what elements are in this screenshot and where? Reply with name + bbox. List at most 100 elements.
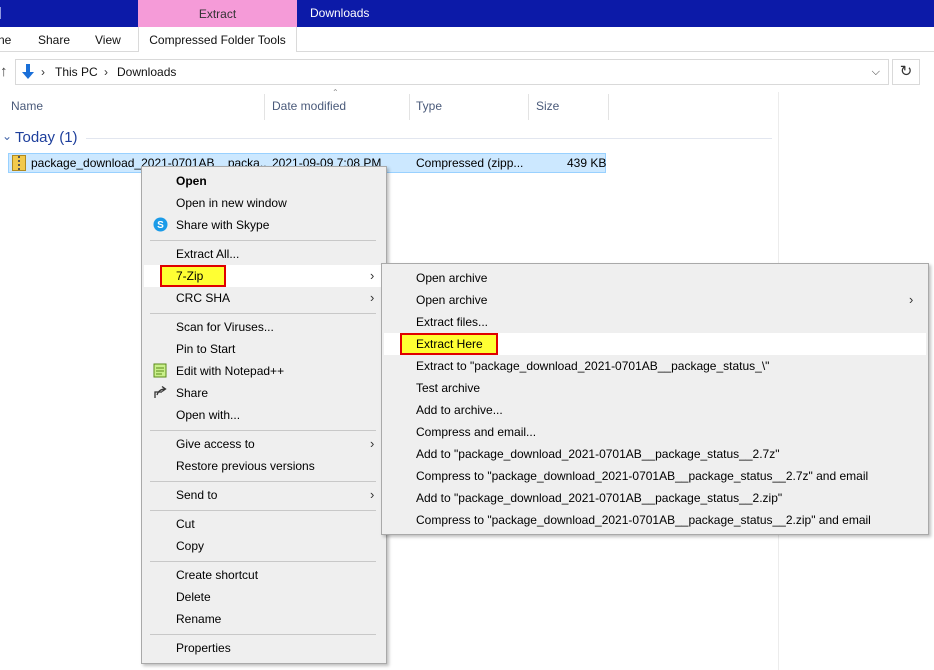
menu-item-label: Add to archive... — [416, 403, 503, 417]
column-date-modified[interactable]: Date modified — [268, 92, 346, 120]
chevron-down-icon[interactable]: ⌵ — [872, 63, 880, 81]
menu-item-label: Add to "package_download_2021-0701AB__pa… — [416, 491, 783, 505]
menu-item-label: Open with... — [176, 408, 241, 422]
menu-item-label: Create shortcut — [176, 568, 259, 582]
menu-item-label: 7-Zip — [176, 269, 204, 283]
column-headers: Name ⌃ Date modified Type Size — [0, 88, 780, 120]
menu-separator — [150, 634, 376, 635]
file-type: Compressed (zipp... — [416, 156, 524, 170]
menu-item-label: Rename — [176, 612, 222, 626]
menu-separator — [150, 240, 376, 241]
submenu-item-test-archive[interactable]: Test archive — [384, 377, 926, 399]
chevron-down-icon[interactable]: ⌄ — [2, 129, 12, 143]
submenu-item-compress-to-7z-email[interactable]: Compress to "package_download_2021-0701A… — [384, 465, 926, 487]
submenu-item-open-archive-more[interactable]: Open archive › — [384, 289, 926, 311]
submenu-item-compress-and-email[interactable]: Compress and email... — [384, 421, 926, 443]
menu-item-label: Extract All... — [176, 247, 240, 261]
menu-separator — [150, 313, 376, 314]
chevron-right-icon: › — [370, 487, 375, 502]
column-type[interactable]: Type — [412, 92, 442, 120]
menu-item-label: Open archive — [416, 293, 488, 307]
group-title: Today (1) — [15, 129, 78, 146]
menu-separator — [150, 561, 376, 562]
breadcrumb-this-pc[interactable]: This PC — [55, 63, 98, 81]
address-row: ↑ › This PC › Downloads ⌵ ↻ — [0, 52, 934, 92]
share-icon — [154, 385, 167, 398]
refresh-icon[interactable]: ↻ — [892, 59, 920, 85]
menu-item-edit-with-notepad[interactable]: Edit with Notepad++ — [144, 360, 384, 382]
tab-share[interactable]: Share — [38, 27, 70, 53]
menu-item-label: Edit with Notepad++ — [176, 364, 285, 378]
column-divider[interactable] — [528, 94, 529, 120]
window-title: Downloads — [310, 6, 370, 20]
menu-item-properties[interactable]: Properties — [144, 637, 384, 659]
menu-item-rename[interactable]: Rename — [144, 608, 384, 630]
menu-item-label: Share with Skype — [176, 218, 270, 232]
menu-item-label: Give access to — [176, 437, 255, 451]
submenu-item-open-archive[interactable]: Open archive — [384, 267, 926, 289]
menu-item-label: Restore previous versions — [176, 459, 315, 473]
submenu-item-add-to-archive[interactable]: Add to archive... — [384, 399, 926, 421]
menu-item-label: CRC SHA — [176, 291, 231, 305]
menu-item-label: Compress and email... — [416, 425, 537, 439]
menu-item-label: Share — [176, 386, 209, 400]
group-header[interactable]: ⌄ Today (1) — [0, 128, 772, 148]
menu-item-label: Scan for Viruses... — [176, 320, 274, 334]
breadcrumb-chevron-icon[interactable]: › — [41, 63, 45, 81]
ribbon-tabs: ne Share View Compressed Folder Tools — [0, 27, 934, 53]
svg-text:S: S — [157, 220, 164, 231]
menu-item-open[interactable]: Open — [144, 170, 384, 192]
tab-compressed-folder-tools[interactable]: Compressed Folder Tools — [138, 27, 297, 53]
download-folder-icon — [22, 64, 34, 79]
menu-item-send-to[interactable]: Send to › — [144, 484, 384, 506]
menu-item-restore-previous-versions[interactable]: Restore previous versions — [144, 455, 384, 477]
tab-view[interactable]: View — [95, 27, 121, 53]
menu-item-crc-sha[interactable]: CRC SHA › — [144, 287, 384, 309]
submenu-item-add-to-zip[interactable]: Add to "package_download_2021-0701AB__pa… — [384, 487, 926, 509]
context-menu: Open Open in new window S Share with Sky… — [141, 166, 387, 664]
menu-item-cut[interactable]: Cut — [144, 513, 384, 535]
menu-item-open-new-window[interactable]: Open in new window — [144, 192, 384, 214]
skype-icon: S — [153, 217, 168, 232]
menu-item-give-access-to[interactable]: Give access to › — [144, 433, 384, 455]
menu-separator — [150, 430, 376, 431]
menu-item-label: Open — [176, 174, 207, 188]
column-divider[interactable] — [409, 94, 410, 120]
up-arrow-icon[interactable]: ↑ — [0, 62, 12, 82]
column-name[interactable]: Name — [7, 92, 43, 120]
submenu-item-extract-to-folder[interactable]: Extract to "package_download_2021-0701AB… — [384, 355, 926, 377]
menu-item-copy[interactable]: Copy — [144, 535, 384, 557]
seven-zip-submenu: Open archive Open archive › Extract file… — [381, 263, 929, 535]
menu-separator — [150, 481, 376, 482]
menu-item-share-with-skype[interactable]: S Share with Skype — [144, 214, 384, 236]
submenu-item-extract-here[interactable]: Extract Here — [384, 333, 926, 355]
chevron-right-icon: › — [909, 292, 914, 307]
address-bar[interactable]: › This PC › Downloads ⌵ — [15, 59, 889, 85]
submenu-item-compress-to-zip-email[interactable]: Compress to "package_download_2021-0701A… — [384, 509, 926, 531]
menu-item-delete[interactable]: Delete — [144, 586, 384, 608]
menu-item-pin-to-start[interactable]: Pin to Start — [144, 338, 384, 360]
breadcrumb-chevron-icon[interactable]: › — [104, 63, 108, 81]
breadcrumb-downloads[interactable]: Downloads — [117, 63, 176, 81]
column-divider[interactable] — [264, 94, 265, 120]
menu-item-extract-all[interactable]: Extract All... — [144, 243, 384, 265]
menu-item-label: Extract files... — [416, 315, 489, 329]
submenu-item-extract-files[interactable]: Extract files... — [384, 311, 926, 333]
column-divider[interactable] — [608, 94, 609, 120]
menu-item-share[interactable]: Share — [144, 382, 384, 404]
tab-home[interactable]: ne — [0, 27, 11, 53]
title-bar: Extract Downloads — [0, 0, 934, 27]
column-size[interactable]: Size — [532, 92, 559, 120]
notepad-plus-plus-icon — [153, 363, 167, 378]
menu-item-scan-for-viruses[interactable]: Scan for Viruses... — [144, 316, 384, 338]
menu-item-7-zip[interactable]: 7-Zip › — [144, 265, 384, 287]
menu-item-open-with[interactable]: Open with... — [144, 404, 384, 426]
zip-folder-icon — [12, 155, 26, 171]
menu-item-label: Delete — [176, 590, 211, 604]
menu-item-label: Extract to "package_download_2021-0701AB… — [416, 359, 770, 373]
submenu-item-add-to-7z[interactable]: Add to "package_download_2021-0701AB__pa… — [384, 443, 926, 465]
menu-item-create-shortcut[interactable]: Create shortcut — [144, 564, 384, 586]
chevron-right-icon: › — [370, 436, 375, 451]
extract-context-tab[interactable]: Extract — [138, 0, 297, 27]
menu-item-label: Add to "package_download_2021-0701AB__pa… — [416, 447, 780, 461]
